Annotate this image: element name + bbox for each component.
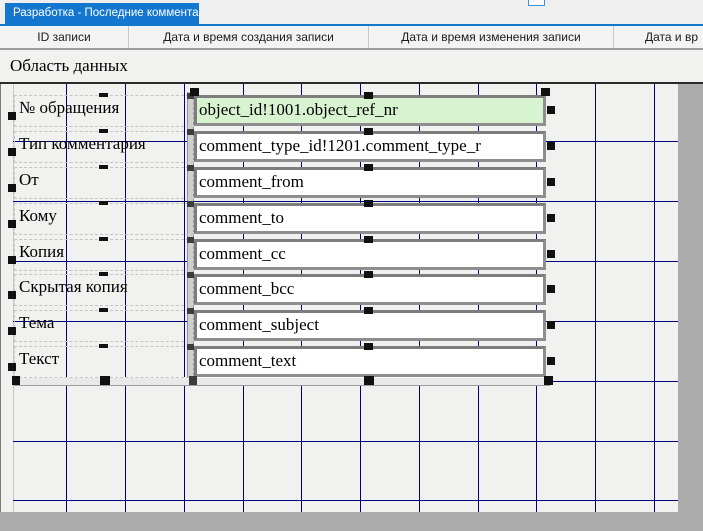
group-selection-handle[interactable] <box>189 376 197 385</box>
selection-handle[interactable] <box>364 92 373 99</box>
design-canvas[interactable]: № обращения object_id!1001.object_ref_nr… <box>0 84 678 512</box>
group-selection-handle[interactable] <box>100 376 110 385</box>
field-expression-box[interactable]: comment_subject <box>194 310 546 341</box>
field-expression-box[interactable]: object_id!1001.object_ref_nr <box>194 95 546 126</box>
group-selection-handle[interactable] <box>12 376 20 385</box>
field-expression-box[interactable]: comment_text <box>194 346 546 377</box>
field-label[interactable]: Тема <box>14 310 194 342</box>
right-gutter <box>678 84 703 512</box>
selection-handle[interactable] <box>547 321 555 329</box>
selection-handle[interactable] <box>187 129 194 135</box>
partial-tab-fragment[interactable] <box>528 0 545 6</box>
selection-handle[interactable] <box>364 343 373 350</box>
grid-vline <box>595 84 596 512</box>
selection-handle[interactable] <box>8 291 16 299</box>
field-expression-box[interactable]: comment_cc <box>194 239 546 270</box>
band-bottom-edge[interactable] <box>14 377 550 386</box>
field-label[interactable]: Кому <box>14 203 194 235</box>
field-label[interactable]: От <box>14 167 194 199</box>
dataset-column-header-row: ID записиДата и время создания записиДат… <box>0 26 703 50</box>
selection-handle[interactable] <box>99 129 108 133</box>
selection-handle[interactable] <box>364 271 373 278</box>
field-expression-box[interactable]: comment_type_id!1201.comment_type_r <box>194 131 546 162</box>
field-label[interactable]: Текст <box>14 346 194 378</box>
selection-handle[interactable] <box>187 237 194 243</box>
selection-handle[interactable] <box>364 200 373 207</box>
field-label[interactable]: № обращения <box>14 95 194 127</box>
designer-window: Разработка - Последние комментар... ID з… <box>0 0 703 531</box>
selection-handle[interactable] <box>187 165 194 171</box>
selection-handle[interactable] <box>187 201 194 207</box>
grid-hline <box>13 441 678 442</box>
grid-vline <box>654 84 655 512</box>
selection-handle[interactable] <box>364 164 373 171</box>
group-selection-handle[interactable] <box>544 376 553 385</box>
document-tab-bar: Разработка - Последние комментар... <box>0 0 703 24</box>
field-expression-box[interactable]: comment_to <box>194 203 546 234</box>
field-expression-box[interactable]: comment_from <box>194 167 546 198</box>
selection-handle[interactable] <box>8 363 16 371</box>
selection-handle[interactable] <box>547 250 555 258</box>
selection-handle[interactable] <box>187 344 194 350</box>
selection-handle[interactable] <box>364 307 373 314</box>
selection-handle[interactable] <box>8 327 16 335</box>
group-selection-handle[interactable] <box>190 88 199 96</box>
selection-handle[interactable] <box>99 237 108 241</box>
selection-handle[interactable] <box>187 272 194 278</box>
selection-handle[interactable] <box>8 184 16 192</box>
column-header-2[interactable]: Дата и время создания записи <box>128 26 368 48</box>
selection-handle[interactable] <box>99 308 108 312</box>
grid-hline <box>13 201 678 202</box>
selection-handle[interactable] <box>547 357 555 365</box>
selection-handle[interactable] <box>99 165 108 169</box>
selection-handle[interactable] <box>99 201 108 205</box>
selection-handle[interactable] <box>364 128 373 135</box>
selection-handle[interactable] <box>547 178 555 186</box>
selection-handle[interactable] <box>8 148 16 156</box>
selection-handle[interactable] <box>187 308 194 314</box>
selection-handle[interactable] <box>99 344 108 348</box>
selection-handle[interactable] <box>547 285 555 293</box>
selection-handle[interactable] <box>547 106 555 114</box>
data-band-title: Область данных <box>0 50 703 81</box>
selection-handle[interactable] <box>8 220 16 228</box>
column-header-1[interactable]: ID записи <box>0 26 128 48</box>
selection-handle[interactable] <box>99 93 108 97</box>
field-label[interactable]: Копия <box>14 239 194 271</box>
selection-handle[interactable] <box>8 256 16 264</box>
group-selection-handle[interactable] <box>541 88 550 96</box>
field-expression-box[interactable]: comment_bcc <box>194 274 546 305</box>
field-label[interactable]: Скрытая копия <box>14 274 194 306</box>
selection-handle[interactable] <box>547 142 555 150</box>
bottom-gutter <box>0 512 703 531</box>
data-band-header[interactable]: Область данных <box>0 50 703 84</box>
column-header-4[interactable]: Дата и вр <box>613 26 703 48</box>
grid-hline <box>13 500 678 501</box>
selection-handle[interactable] <box>8 112 16 120</box>
selection-handle[interactable] <box>364 236 373 243</box>
column-header-3[interactable]: Дата и время изменения записи <box>368 26 613 48</box>
selection-handle[interactable] <box>99 272 108 276</box>
group-selection-handle[interactable] <box>364 376 374 385</box>
field-label[interactable]: Тип комментария <box>14 131 194 163</box>
active-document-tab[interactable]: Разработка - Последние комментар... <box>5 3 199 24</box>
selection-handle[interactable] <box>547 214 555 222</box>
